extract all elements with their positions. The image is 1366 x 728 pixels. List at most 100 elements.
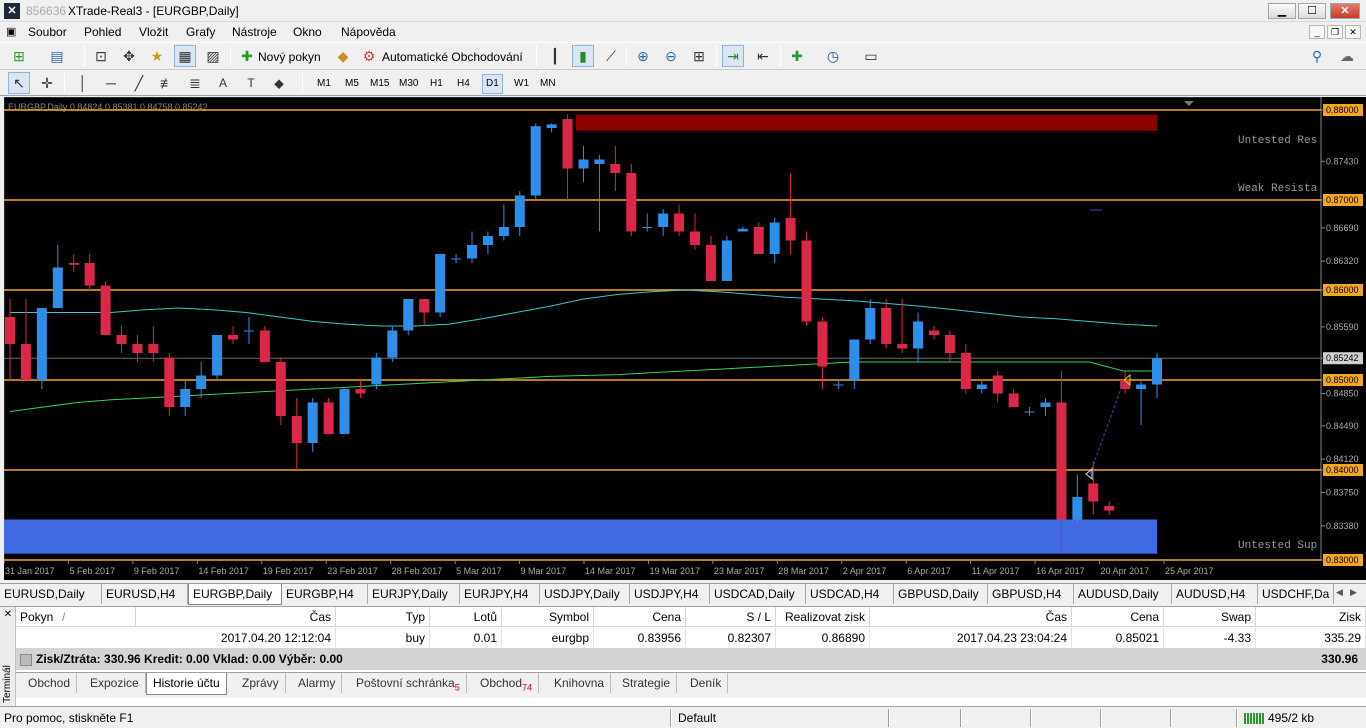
data-window-icon[interactable]: ✥ xyxy=(118,45,140,67)
tab-postovni-schranka[interactable]: Poštovní schránka5 xyxy=(350,673,467,693)
tab-expozice[interactable]: Expozice xyxy=(84,673,146,693)
tab-historie-uctu[interactable]: Historie účtu xyxy=(146,673,227,695)
navigator-icon[interactable]: ★ xyxy=(146,45,168,67)
maximize-button[interactable]: ☐ xyxy=(1298,3,1326,19)
col-sl[interactable]: S / L xyxy=(686,607,776,627)
new-order-button[interactable]: Nový pokyn xyxy=(258,50,321,64)
terminal-close-icon[interactable]: ✕ xyxy=(2,609,14,621)
tf-m30[interactable]: M30 xyxy=(399,78,418,89)
tile-windows-icon[interactable]: ⊞ xyxy=(688,45,710,67)
metaeditor-icon[interactable]: ◆ xyxy=(332,45,354,67)
tab-usdcad-h4[interactable]: USDCAD,H4 xyxy=(806,584,894,604)
menu-grafy[interactable]: Grafy xyxy=(186,25,215,39)
menu-pohled[interactable]: Pohled xyxy=(84,25,121,39)
templates-icon[interactable]: ▭ xyxy=(860,45,882,67)
menu-napoveda[interactable]: Nápověda xyxy=(341,25,396,39)
mdi-minimize-button[interactable]: _ xyxy=(1309,25,1325,39)
col-close-time[interactable]: Čas xyxy=(870,607,1072,627)
tab-usdcad-daily[interactable]: USDCAD,Daily xyxy=(710,584,806,604)
tab-usdchf-daily[interactable]: USDCHF,Da xyxy=(1258,584,1334,604)
app-icon[interactable]: ✕ xyxy=(4,3,20,19)
cursor-icon[interactable]: ↖ xyxy=(8,72,30,94)
col-swap[interactable]: Swap xyxy=(1164,607,1256,627)
chart-shift-icon[interactable]: ⇤ xyxy=(752,45,774,67)
tab-obchod-market[interactable]: Obchod74 xyxy=(474,673,540,693)
terminal-icon[interactable]: ▦ xyxy=(174,45,196,67)
horizontal-line-icon[interactable]: ─ xyxy=(100,72,122,94)
price-chart[interactable]: EURGBP,Daily 0.84824 0.85381 0.84758 0.8… xyxy=(3,96,1366,580)
close-button[interactable]: ✕ xyxy=(1330,3,1360,19)
chart-menu-icon[interactable]: ▣ xyxy=(6,25,16,38)
tab-eurjpy-h4[interactable]: EURJPY,H4 xyxy=(460,584,540,604)
zoom-in-icon[interactable]: ⊕ xyxy=(632,45,654,67)
tab-zpravy[interactable]: Zprávy xyxy=(236,673,286,693)
chat-icon[interactable]: ☁ xyxy=(1336,45,1358,67)
table-row[interactable]: ▤26177090 2017.04.20 12:12:04 buy 0.01 e… xyxy=(16,628,1366,669)
tf-m15[interactable]: M15 xyxy=(370,78,389,89)
crosshair-icon[interactable]: ✛ xyxy=(36,72,58,94)
minimize-button[interactable]: ▁ xyxy=(1268,3,1296,19)
vertical-line-icon[interactable]: │ xyxy=(72,72,94,94)
col-tp[interactable]: Realizovat zisk xyxy=(776,607,870,627)
col-order[interactable]: Pokyn / xyxy=(16,607,136,627)
text-icon[interactable]: A xyxy=(212,72,234,94)
tester-icon[interactable]: ▨ xyxy=(202,45,224,67)
profiles-icon[interactable]: ▤ xyxy=(46,45,68,67)
tab-eurjpy-daily[interactable]: EURJPY,Daily xyxy=(368,584,460,604)
candlestick-icon[interactable]: ▮ xyxy=(572,45,594,67)
periods-icon[interactable]: ◷ xyxy=(822,45,844,67)
tf-w1[interactable]: W1 xyxy=(514,78,529,89)
col-profit[interactable]: Zisk xyxy=(1256,607,1366,627)
col-close-price[interactable]: Cena xyxy=(1072,607,1164,627)
zoom-out-icon[interactable]: ⊖ xyxy=(660,45,682,67)
tab-audusd-daily[interactable]: AUDUSD,Daily xyxy=(1074,584,1172,604)
tab-gbpusd-daily[interactable]: GBPUSD,Daily xyxy=(894,584,988,604)
tab-strategie[interactable]: Strategie xyxy=(616,673,678,693)
trendline-icon[interactable]: ╱ xyxy=(128,72,150,94)
tab-usdjpy-daily[interactable]: USDJPY,Daily xyxy=(540,584,630,604)
menu-nastroje[interactable]: Nástroje xyxy=(232,25,277,39)
new-chart-icon[interactable]: ⊞ xyxy=(8,45,30,67)
tab-eurusd-h4[interactable]: EURUSD,H4 xyxy=(102,584,188,604)
tab-audusd-h4[interactable]: AUDUSD,H4 xyxy=(1172,584,1258,604)
line-chart-icon[interactable]: ⟋ xyxy=(600,45,622,67)
new-order-icon[interactable]: ✚ xyxy=(236,45,258,67)
arrows-icon[interactable]: ⬥ xyxy=(268,72,290,94)
mdi-restore-button[interactable]: ❐ xyxy=(1327,25,1343,39)
tab-eurgbp-h4[interactable]: EURGBP,H4 xyxy=(282,584,368,604)
col-type[interactable]: Typ xyxy=(336,607,430,627)
channel-icon[interactable]: ≢ xyxy=(156,72,178,94)
col-price[interactable]: Cena xyxy=(594,607,686,627)
text-label-icon[interactable]: T xyxy=(240,72,262,94)
tf-h4[interactable]: H4 xyxy=(457,78,470,89)
auto-trading-icon[interactable]: ⚙ xyxy=(358,45,380,67)
col-lots[interactable]: Lotů xyxy=(430,607,502,627)
col-open-time[interactable]: Čas xyxy=(136,607,336,627)
tab-alarmy[interactable]: Alarmy xyxy=(292,673,343,693)
tab-eurusd-daily[interactable]: EURUSD,Daily xyxy=(0,584,102,604)
tab-scroll-right-icon[interactable]: ▶ xyxy=(1350,587,1357,598)
menu-soubor[interactable]: Soubor xyxy=(28,25,67,39)
tf-d1[interactable]: D1 xyxy=(482,74,503,94)
auto-trading-button[interactable]: Automatické Obchodování xyxy=(382,50,523,64)
mdi-close-button[interactable]: ✕ xyxy=(1345,25,1361,39)
tab-denik[interactable]: Deník xyxy=(684,673,729,693)
search-icon[interactable]: ⚲ xyxy=(1306,45,1328,67)
bar-chart-icon[interactable]: ┃ xyxy=(544,45,566,67)
tf-m5[interactable]: M5 xyxy=(345,78,359,89)
auto-scroll-icon[interactable]: ⇥ xyxy=(722,45,744,67)
tab-gbpusd-h4[interactable]: GBPUSD,H4 xyxy=(988,584,1074,604)
tab-eurgbp-daily[interactable]: EURGBP,Daily xyxy=(188,584,282,605)
fibonacci-icon[interactable]: ≣ xyxy=(184,72,206,94)
menu-vlozit[interactable]: Vložit xyxy=(139,25,168,39)
chart-canvas[interactable]: EURGBP,Daily 0.84824 0.85381 0.84758 0.8… xyxy=(3,96,1366,580)
col-symbol[interactable]: Symbol xyxy=(502,607,594,627)
tab-usdjpy-h4[interactable]: USDJPY,H4 xyxy=(630,584,710,604)
tf-m1[interactable]: M1 xyxy=(317,78,331,89)
tf-mn[interactable]: MN xyxy=(540,78,556,89)
market-watch-icon[interactable]: ⊡ xyxy=(90,45,112,67)
menu-okno[interactable]: Okno xyxy=(293,25,322,39)
tf-h1[interactable]: H1 xyxy=(430,78,443,89)
tab-scroll-left-icon[interactable]: ◀ xyxy=(1336,587,1343,598)
tab-knihovna[interactable]: Knihovna xyxy=(548,673,612,693)
